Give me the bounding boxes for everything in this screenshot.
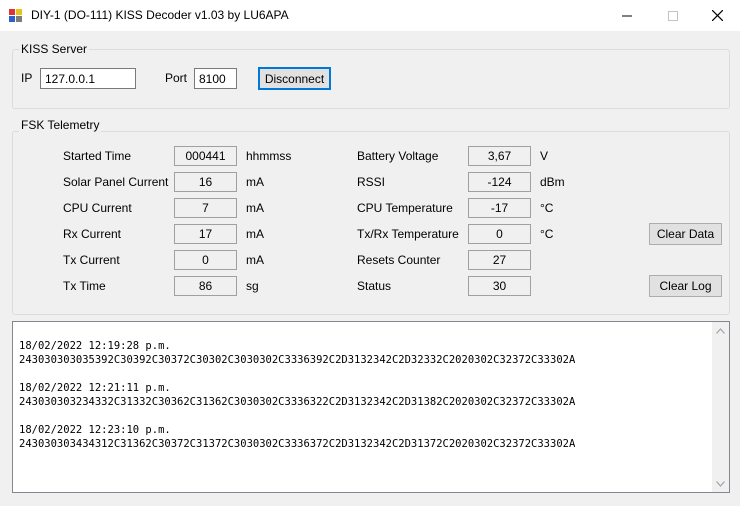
close-icon [711, 10, 723, 21]
tx-current-unit: mA [246, 253, 264, 267]
started-time-label: Started Time [63, 149, 132, 163]
battery-voltage-label: Battery Voltage [357, 149, 439, 163]
log-entry-hex: 243030303434312C31362C30372C31372C303030… [19, 438, 576, 450]
chevron-down-icon [716, 480, 725, 487]
status-label: Status [357, 279, 392, 293]
log-entry-hex: 243030303035392C30392C30372C30302C303030… [19, 354, 576, 366]
cpu-current-unit: mA [246, 201, 264, 215]
cpu-temperature-value: -17 [468, 198, 531, 218]
app-icon [9, 9, 23, 23]
rx-current-unit: mA [246, 227, 264, 241]
resets-counter-value: 27 [468, 250, 531, 270]
ip-input[interactable] [40, 68, 136, 89]
rssi-unit: dBm [540, 175, 565, 189]
maximize-button[interactable] [650, 0, 696, 31]
rx-current-value: 17 [174, 224, 237, 244]
log-content: 18/02/2022 12:19:28 p.m. 243030303035392… [19, 339, 575, 451]
rssi-label: RSSI [357, 175, 386, 189]
tx-current-label: Tx Current [63, 253, 120, 267]
battery-voltage-value: 3,67 [468, 146, 531, 166]
disconnect-button[interactable]: Disconnect [258, 67, 331, 90]
log-entry-timestamp: 18/02/2022 12:21:11 p.m. [19, 382, 171, 394]
tx-time-value: 86 [174, 276, 237, 296]
battery-voltage-unit: V [540, 149, 549, 163]
scroll-up-button[interactable] [712, 322, 729, 339]
kiss-server-legend: KISS Server [19, 42, 90, 56]
port-label: Port [165, 71, 188, 85]
minimize-button[interactable] [604, 0, 650, 31]
resets-counter-label: Resets Counter [357, 253, 441, 267]
fsk-telemetry-legend: FSK Telemetry [19, 118, 102, 132]
status-value: 30 [468, 276, 531, 296]
scroll-down-button[interactable] [712, 475, 729, 492]
clear-data-button[interactable]: Clear Data [649, 223, 722, 245]
title-bar: DIY-1 (DO-111) KISS Decoder v1.03 by LU6… [0, 0, 740, 31]
solar-panel-current-unit: mA [246, 175, 264, 189]
ip-label: IP [21, 71, 33, 85]
rx-current-label: Rx Current [63, 227, 122, 241]
tx-current-value: 0 [174, 250, 237, 270]
client-area: KISS Server IP Port Disconnect FSK Telem… [0, 31, 740, 506]
port-input[interactable] [194, 68, 237, 89]
tx-rx-temperature-label: Tx/Rx Temperature [357, 227, 459, 241]
window-title: DIY-1 (DO-111) KISS Decoder v1.03 by LU6… [31, 8, 289, 22]
tx-rx-temperature-value: 0 [468, 224, 531, 244]
log-entry-timestamp: 18/02/2022 12:19:28 p.m. [19, 340, 171, 352]
rssi-value: -124 [468, 172, 531, 192]
clear-log-button[interactable]: Clear Log [649, 275, 722, 297]
solar-panel-current-label: Solar Panel Current [63, 175, 169, 189]
log-entry-hex: 243030303234332C31332C30362C31362C303030… [19, 396, 576, 408]
maximize-icon [668, 10, 678, 21]
close-button[interactable] [694, 0, 740, 31]
log-textbox[interactable]: 18/02/2022 12:19:28 p.m. 243030303035392… [12, 321, 730, 493]
tx-time-label: Tx Time [63, 279, 106, 293]
cpu-current-label: CPU Current [63, 201, 132, 215]
started-time-value: 000441 [174, 146, 237, 166]
started-time-unit: hhmmss [246, 149, 292, 163]
cpu-temperature-label: CPU Temperature [357, 201, 453, 215]
cpu-temperature-unit: °C [540, 201, 554, 215]
minimize-icon [622, 15, 632, 16]
log-scrollbar[interactable] [712, 322, 729, 492]
solar-panel-current-value: 16 [174, 172, 237, 192]
tx-rx-temperature-unit: °C [540, 227, 554, 241]
chevron-up-icon [716, 327, 725, 334]
log-entry-timestamp: 18/02/2022 12:23:10 p.m. [19, 424, 171, 436]
cpu-current-value: 7 [174, 198, 237, 218]
tx-time-unit: sg [246, 279, 259, 293]
